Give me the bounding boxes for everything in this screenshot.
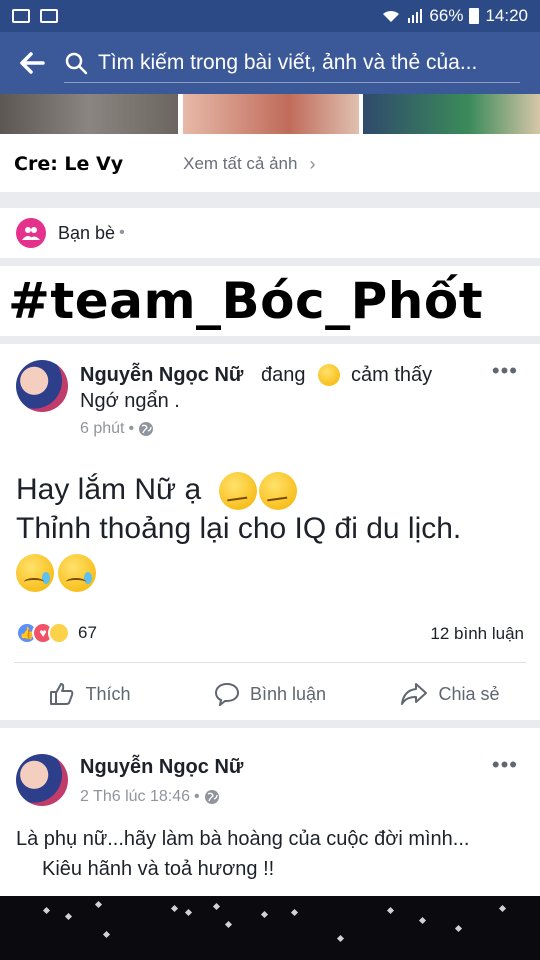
post-actions: Thích Bình luận Chia sẻ: [0, 674, 540, 714]
gallery-icon: [40, 9, 58, 23]
avatar[interactable]: [16, 754, 68, 806]
share-label: Chia sẻ: [438, 683, 500, 704]
friends-icon: [16, 218, 46, 248]
smirk-emoji-icon: [219, 472, 258, 510]
sad-tear-emoji-icon: [16, 554, 54, 592]
mail-icon: [12, 9, 30, 23]
post-image[interactable]: [0, 896, 540, 960]
post-card: Nguyễn Ngọc Nữ đang cảm thấy Ngớ ngẩn . …: [0, 344, 540, 720]
photo-thumbnail[interactable]: [183, 94, 359, 134]
reaction-count: 67: [78, 623, 97, 642]
feeling-text: Ngớ ngẩn .: [80, 390, 180, 412]
comment-button[interactable]: Bình luận: [180, 674, 360, 714]
post-meta: 6 phút •: [80, 420, 154, 438]
battery-percent: 66%: [429, 6, 464, 25]
post-body-line1: Là phụ nữ...hãy làm bà hoàng của cuộc đờ…: [16, 828, 470, 850]
chevron-right-icon: ›: [309, 153, 316, 174]
comment-icon: [214, 682, 239, 706]
status-bar: 66% 14:20: [0, 0, 540, 32]
credit-caption: Cre: Le Vy: [14, 153, 124, 175]
post-body-emojis: [16, 554, 96, 592]
post-author[interactable]: Nguyễn Ngọc Nữ: [80, 756, 243, 779]
post-body: Là phụ nữ...hãy làm bà hoàng của cuộc đờ…: [16, 824, 469, 884]
smirk-emoji-icon: [259, 472, 298, 510]
back-arrow-icon: [20, 52, 45, 74]
wifi-icon: [383, 10, 400, 22]
like-button[interactable]: Thích: [0, 674, 180, 714]
sad-tear-emoji-icon: [58, 554, 96, 592]
photo-footer: Cre: Le Vy Xem tất cả ảnh ›: [0, 136, 540, 192]
photo-strip: [0, 94, 540, 136]
audience-label[interactable]: Bạn bè: [58, 223, 115, 244]
more-icon[interactable]: •••: [492, 358, 518, 384]
post-body-line2: Thỉnh thoảng lại cho IQ đi du lịch.: [16, 512, 462, 545]
feeling-prefix: đang: [261, 364, 306, 386]
separator-dot: •: [119, 224, 125, 241]
haha-reaction-icon: [48, 622, 70, 644]
like-label: Thích: [85, 683, 131, 704]
battery-icon: [469, 8, 480, 24]
post-body-line1: Hay lắm Nữ ạ: [16, 472, 298, 510]
hashtag-banner: #team_Bóc_Phốt: [0, 266, 540, 336]
confused-emoji-icon: [318, 364, 340, 386]
post-body-line2: Kiêu hãnh và toả hương !!: [42, 858, 275, 880]
clock: 14:20: [485, 6, 528, 25]
photo-thumbnail[interactable]: [363, 94, 540, 134]
search-placeholder: Tìm kiếm trong bài viết, ảnh và thẻ của.…: [98, 50, 478, 74]
divider: [14, 662, 526, 663]
globe-icon: [139, 422, 154, 436]
like-icon: [50, 683, 74, 705]
photo-thumbnail[interactable]: [0, 94, 178, 134]
post-author[interactable]: Nguyễn Ngọc Nữ: [80, 364, 243, 387]
hashtag-text: #team_Bóc_Phốt: [8, 272, 484, 330]
feeling-suffix: cảm thấy: [351, 364, 433, 386]
search-icon: [65, 52, 88, 74]
search-input[interactable]: Tìm kiếm trong bài viết, ảnh và thẻ của.…: [64, 43, 520, 83]
reaction-summary[interactable]: 👍 ♥ 67: [16, 622, 97, 644]
share-icon: [401, 683, 428, 705]
comment-count[interactable]: 12 bình luận: [430, 624, 524, 644]
audience-row: Bạn bè •: [0, 208, 540, 258]
signal-icon: [408, 9, 423, 23]
post-card: Nguyễn Ngọc Nữ 2 Th6 lúc 18:46 • ••• Là …: [0, 728, 540, 896]
avatar[interactable]: [16, 360, 68, 412]
see-all-photos-link[interactable]: Xem tất cả ảnh: [183, 154, 297, 174]
more-icon[interactable]: •••: [492, 752, 518, 778]
share-button[interactable]: Chia sẻ: [360, 674, 540, 714]
globe-icon: [204, 790, 219, 804]
app-bar: Tìm kiếm trong bài viết, ảnh và thẻ của.…: [0, 32, 540, 94]
back-button[interactable]: [0, 52, 64, 74]
post-body-text: Hay lắm Nữ ạ: [16, 472, 202, 506]
post-meta: 2 Th6 lúc 18:46 •: [80, 788, 220, 806]
comment-label: Bình luận: [249, 683, 327, 704]
post-time[interactable]: 2 Th6 lúc 18:46: [80, 788, 190, 806]
post-time[interactable]: 6 phút: [80, 420, 124, 438]
